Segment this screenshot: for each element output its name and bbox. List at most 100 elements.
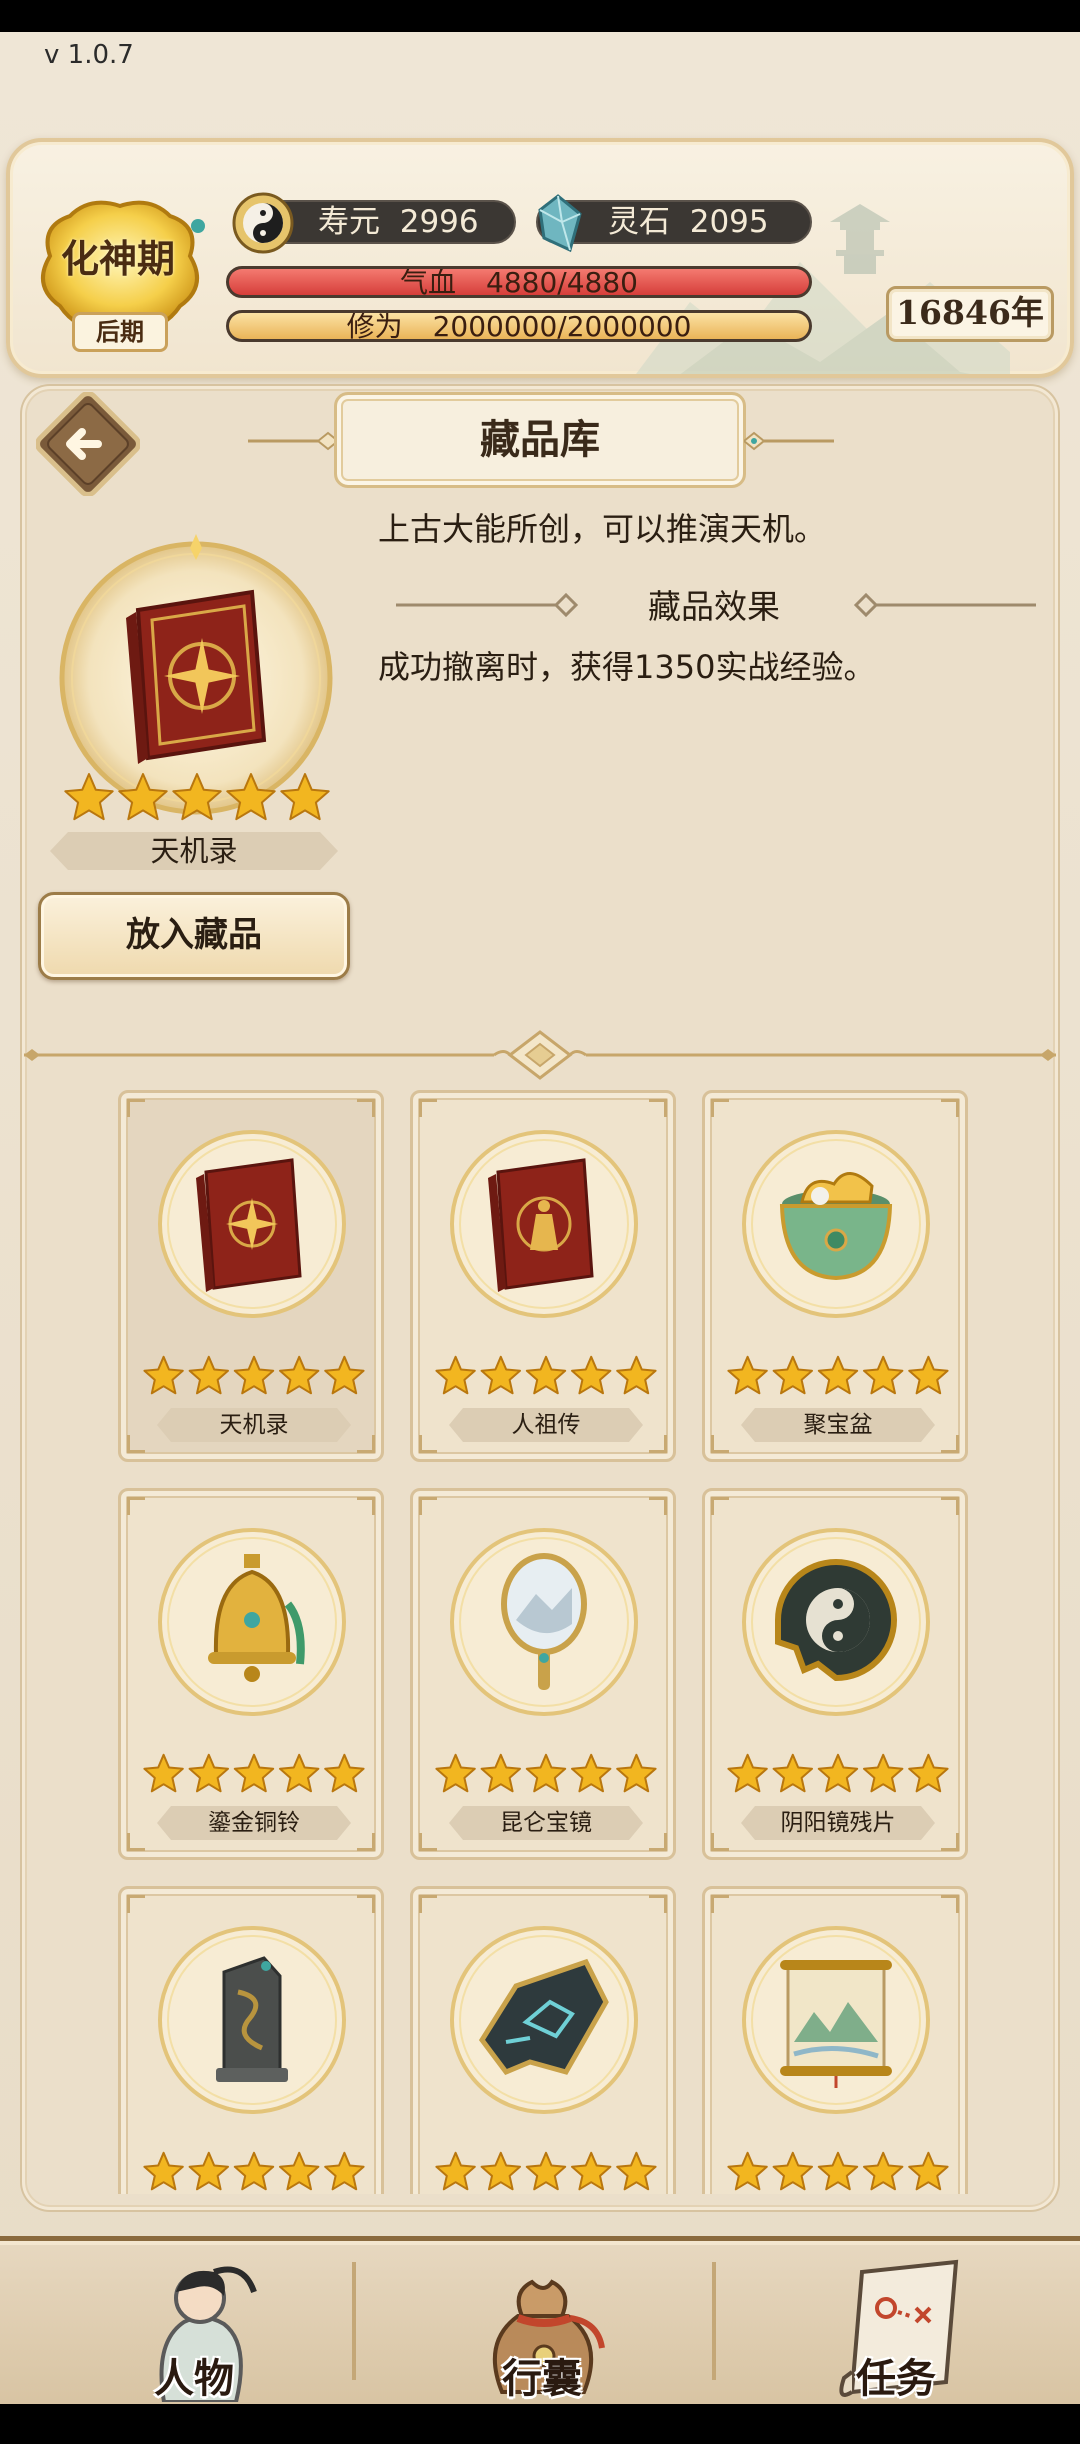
star-icon — [480, 2151, 521, 2191]
dragon-stele-icon — [216, 1956, 288, 2082]
item-stars — [727, 2151, 949, 2191]
collection-item-card[interactable] — [118, 1886, 384, 2194]
star-icon — [525, 1753, 567, 1793]
card-corner-ornament — [127, 1895, 145, 1913]
star-icon — [817, 1355, 859, 1395]
star-icon — [525, 2151, 567, 2191]
cultivation-label: 修为 — [346, 310, 403, 342]
item-frame — [742, 1130, 930, 1318]
card-corner-ornament — [357, 1833, 375, 1851]
star-icon — [435, 2151, 476, 2191]
card-corner-ornament — [357, 1435, 375, 1453]
red-book-compass-icon — [196, 1158, 302, 1292]
item-stars — [143, 1753, 365, 1793]
star-icon — [435, 1355, 476, 1395]
effect-text: 成功撤离时，获得1350实战经验。 — [378, 648, 876, 686]
star-icon — [172, 773, 222, 821]
cultivation-bar: 修为 2000000/2000000 — [226, 310, 812, 342]
star-icon — [188, 1753, 229, 1793]
lifespan-label: 寿元 — [318, 204, 380, 240]
collection-item-card[interactable]: 人祖传 — [410, 1090, 676, 1462]
collection-item-card[interactable]: 天机录 — [118, 1090, 384, 1462]
collection-item-card[interactable]: 昆仑宝镜 — [410, 1488, 676, 1860]
card-corner-ornament — [941, 1895, 959, 1913]
realm-title: 化神期 — [60, 236, 175, 281]
item-stars — [727, 1753, 949, 1793]
star-icon — [324, 1753, 365, 1793]
realm-stage: 后期 — [72, 312, 168, 352]
star-icon — [908, 1355, 949, 1395]
card-corner-ornament — [649, 1895, 667, 1913]
landscape-scroll-icon — [780, 1960, 892, 2088]
collection-item-card[interactable]: 鎏金铜铃 — [118, 1488, 384, 1860]
star-icon — [279, 1355, 320, 1395]
collection-item-card[interactable]: 阴阳镜残片 — [702, 1488, 968, 1860]
item-frame — [450, 1528, 638, 1716]
star-icon — [772, 2151, 813, 2191]
collection-grid: 天机录 人祖传 聚宝盆鎏金铜铃 昆仑宝镜 阴阳镜残片 — [22, 1090, 1058, 2194]
card-corner-ornament — [419, 1497, 437, 1515]
star-icon — [118, 773, 168, 821]
put-in-collection-button[interactable]: 放入藏品 — [38, 892, 350, 980]
selected-item-stars — [64, 773, 330, 821]
card-corner-ornament — [711, 1099, 729, 1117]
star-icon — [280, 773, 330, 821]
item-name: 阴阳镜残片 — [780, 1810, 896, 1836]
page-title: 藏品库 — [334, 392, 746, 488]
card-corner-ornament — [711, 1895, 729, 1913]
nav-quest-label: 任务 — [856, 2355, 936, 2402]
star-icon — [226, 773, 276, 821]
star-icon — [324, 1355, 365, 1395]
nav-bag[interactable]: 行囊 — [392, 2236, 692, 2404]
effect-title: 藏品效果 — [648, 587, 780, 626]
nav-character[interactable]: 人物 — [44, 2236, 344, 2404]
star-icon — [863, 2151, 904, 2191]
hp-label: 气血 — [400, 266, 457, 298]
star-icon — [571, 1753, 612, 1793]
item-name: 聚宝盆 — [803, 1412, 873, 1438]
card-corner-ornament — [649, 1435, 667, 1453]
collection-item-card[interactable]: 聚宝盆 — [702, 1090, 968, 1462]
section-divider — [24, 1030, 1056, 1080]
cultivation-value: 2000000/2000000 — [432, 310, 692, 342]
card-corner-ornament — [419, 1435, 437, 1453]
card-corner-ornament — [649, 1497, 667, 1515]
collection-item-card[interactable] — [702, 1886, 968, 2194]
star-icon — [817, 1753, 859, 1793]
card-corner-ornament — [711, 1497, 729, 1515]
spirit-stone-label: 灵石 — [608, 204, 670, 240]
star-icon — [863, 1753, 904, 1793]
collection-item-card[interactable] — [410, 1886, 676, 2194]
lifespan-counter: 寿元 2996 — [232, 192, 516, 254]
yin-yang-icon — [232, 192, 294, 254]
spirit-stone-icon — [538, 194, 582, 253]
card-corner-ornament — [127, 1833, 145, 1851]
red-book-compass-icon — [126, 589, 267, 764]
card-corner-ornament — [357, 1099, 375, 1117]
star-icon — [64, 773, 114, 821]
hp-value: 4880/4880 — [486, 266, 638, 298]
item-stars — [435, 1355, 657, 1395]
card-corner-ornament — [419, 1833, 437, 1851]
item-stars — [727, 1355, 949, 1395]
star-icon — [324, 2151, 365, 2191]
star-icon — [571, 2151, 612, 2191]
spirit-stone-counter: 灵石 2095 — [536, 194, 812, 253]
star-icon — [143, 1355, 184, 1395]
star-icon — [616, 2151, 657, 2191]
card-corner-ornament — [941, 1833, 959, 1851]
back-button[interactable] — [36, 392, 140, 496]
star-icon — [863, 1355, 904, 1395]
item-frame — [158, 1528, 346, 1716]
star-icon — [279, 2151, 320, 2191]
spirit-stone-value: 2095 — [689, 204, 769, 240]
title-ornament-left — [248, 431, 338, 451]
item-name: 鎏金铜铃 — [208, 1810, 300, 1836]
card-corner-ornament — [941, 1099, 959, 1117]
nav-quest[interactable]: 任务 — [746, 2236, 1046, 2404]
nav-separator — [712, 2262, 716, 2380]
item-stars — [435, 2151, 657, 2191]
item-frame — [742, 1528, 930, 1716]
card-corner-ornament — [127, 1497, 145, 1515]
star-icon — [772, 1753, 813, 1793]
